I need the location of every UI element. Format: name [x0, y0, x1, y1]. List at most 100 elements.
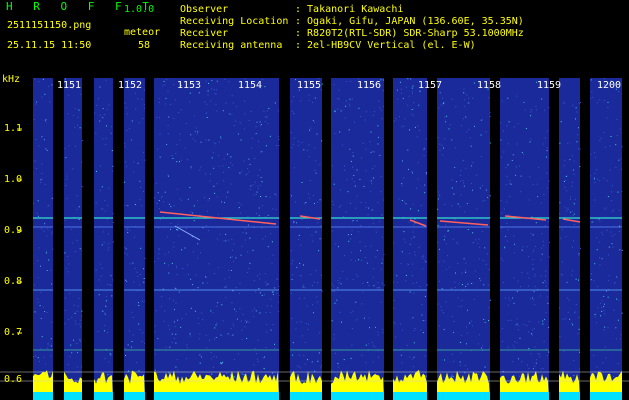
noise-speck: [72, 168, 74, 170]
noise-speck: [222, 165, 224, 167]
noise-speck: [486, 253, 488, 255]
noise-speck: [338, 282, 340, 284]
noise-speck: [570, 196, 571, 198]
noise-speck: [110, 126, 112, 128]
noise-speck: [350, 312, 352, 314]
noise-speck: [71, 242, 73, 244]
noise-speck: [66, 178, 68, 180]
noise-speck: [410, 78, 412, 80]
noise-speck: [474, 270, 476, 272]
noise-speck: [472, 189, 473, 191]
noise-speck: [485, 189, 487, 191]
noise-speck: [105, 295, 107, 297]
noise-speck: [37, 260, 39, 261]
noise-speck: [603, 329, 605, 331]
noise-speck: [396, 89, 398, 91]
noise-speck: [124, 181, 126, 183]
noise-speck: [362, 291, 364, 293]
noise-speck: [593, 280, 595, 282]
noise-speck: [110, 284, 112, 286]
noise-speck: [505, 167, 507, 169]
noise-speck: [261, 205, 263, 207]
noise-speck: [607, 107, 609, 108]
noise-speck: [51, 231, 53, 233]
noise-speck: [370, 180, 372, 182]
noise-speck: [321, 140, 323, 142]
noise-speck: [271, 372, 273, 374]
noise-speck: [208, 230, 209, 232]
noise-speck: [539, 353, 540, 355]
noise-speck: [308, 94, 310, 96]
noise-speck: [243, 128, 245, 130]
noise-speck: [364, 246, 366, 247]
noise-speck: [454, 287, 456, 288]
noise-speck: [70, 344, 72, 346]
noise-speck: [340, 283, 342, 285]
noise-speck: [334, 290, 336, 292]
noise-speck: [67, 271, 69, 273]
noise-speck: [199, 214, 201, 216]
noise-speck: [37, 301, 39, 303]
noise-speck: [48, 85, 49, 87]
noise-speck: [409, 129, 410, 131]
noise-speck: [359, 241, 361, 243]
noise-speck: [81, 161, 83, 163]
noise-speck: [211, 80, 213, 82]
noise-speck: [542, 320, 544, 322]
noise-speck: [516, 166, 517, 168]
noise-speck: [439, 91, 441, 93]
noise-speck: [260, 151, 262, 153]
x-tick-label: 1155: [297, 80, 322, 91]
noise-speck: [211, 88, 213, 90]
noise-speck: [215, 337, 217, 338]
noise-speck: [505, 297, 506, 299]
noise-speck: [217, 267, 219, 269]
noise-speck: [189, 335, 191, 337]
noise-speck: [109, 374, 111, 376]
noise-speck: [573, 160, 575, 162]
noise-speck: [143, 191, 144, 192]
noise-speck: [69, 293, 71, 295]
noise-speck: [246, 321, 248, 323]
noise-speck: [375, 231, 377, 233]
noise-speck: [350, 259, 352, 261]
noise-speck: [522, 246, 524, 248]
noise-speck: [259, 273, 261, 275]
noise-speck: [349, 105, 351, 107]
noise-speck: [45, 363, 47, 365]
noise-speck: [403, 125, 405, 127]
noise-speck: [577, 148, 579, 150]
noise-speck: [44, 183, 46, 185]
noise-speck: [107, 205, 109, 207]
noise-speck: [483, 284, 485, 286]
noise-speck: [544, 109, 546, 111]
noise-speck: [104, 313, 106, 315]
noise-speck: [351, 344, 353, 346]
noise-speck: [413, 330, 415, 331]
noise-speck: [413, 224, 415, 226]
noise-speck: [437, 208, 439, 210]
noise-speck: [293, 112, 295, 114]
noise-speck: [301, 142, 303, 143]
noise-speck: [233, 376, 235, 378]
noise-speck: [547, 221, 549, 223]
noise-speck: [134, 204, 136, 205]
noise-speck: [292, 354, 294, 356]
noise-speck: [98, 294, 100, 296]
noise-speck: [411, 109, 413, 110]
noise-speck: [131, 341, 133, 342]
amplitude-baseline: [393, 392, 427, 400]
noise-speck: [197, 257, 199, 259]
noise-speck: [471, 325, 473, 327]
noise-speck: [502, 282, 504, 283]
noise-speck: [162, 85, 164, 87]
noise-speck: [64, 310, 66, 311]
noise-speck: [424, 319, 426, 321]
noise-speck: [298, 141, 299, 143]
noise-speck: [34, 78, 36, 80]
noise-speck: [473, 242, 474, 244]
noise-speck: [347, 191, 349, 193]
noise-speck: [303, 264, 304, 266]
noise-speck: [40, 179, 42, 181]
noise-speck: [594, 313, 596, 315]
